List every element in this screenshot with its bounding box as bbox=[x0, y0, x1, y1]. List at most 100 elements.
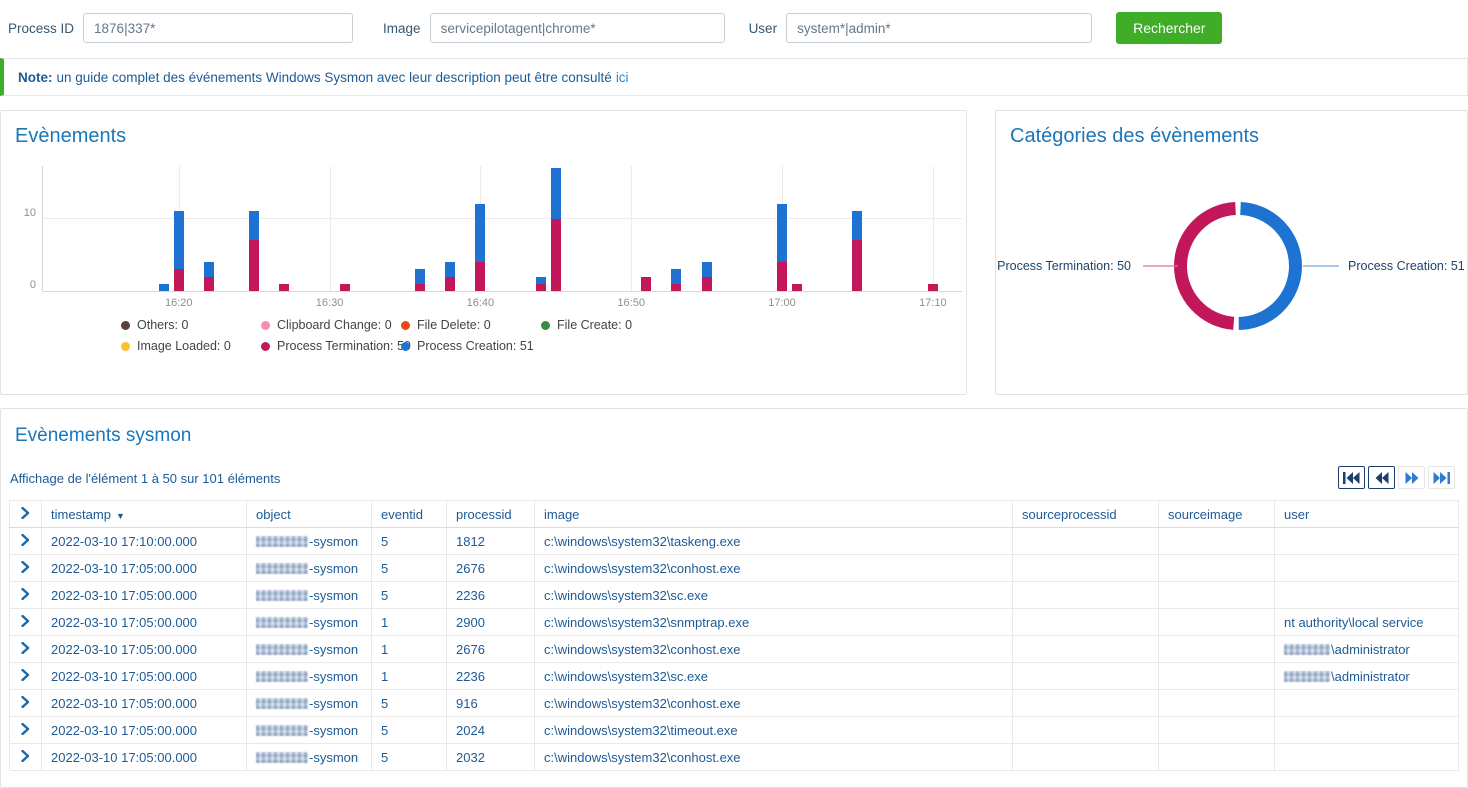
stacked-bar bbox=[415, 269, 425, 291]
cell-eventid: 5 bbox=[372, 717, 447, 744]
pagination-next-button[interactable] bbox=[1398, 466, 1425, 489]
column-header-eventid[interactable]: eventid bbox=[372, 501, 447, 528]
chevron-right-icon bbox=[21, 588, 30, 603]
cell-sourceprocessid bbox=[1013, 636, 1159, 663]
note-link[interactable]: ici bbox=[616, 70, 629, 85]
column-header-sourceimage[interactable]: sourceimage bbox=[1159, 501, 1275, 528]
first-page-icon bbox=[1343, 472, 1360, 484]
cell-image: c:\windows\system32\sc.exe bbox=[535, 663, 1013, 690]
user-text: \administrator bbox=[1331, 642, 1410, 657]
cell-sourceprocessid bbox=[1013, 555, 1159, 582]
bar-segment-process-termination bbox=[279, 284, 289, 291]
events-bar-chart: 16:2016:3016:4016:5017:0017:10010 bbox=[42, 166, 962, 292]
stacked-bar bbox=[249, 211, 259, 291]
table-row: 2022-03-10 17:05:00.000-sysmon52236c:\wi… bbox=[10, 582, 1459, 609]
bar-segment-process-termination bbox=[536, 284, 546, 291]
bar-segment-process-creation bbox=[249, 211, 259, 240]
legend-label: File Create: 0 bbox=[557, 318, 632, 332]
column-header-image[interactable]: image bbox=[535, 501, 1013, 528]
cell-processid: 2676 bbox=[447, 555, 535, 582]
cell-image: c:\windows\system32\conhost.exe bbox=[535, 555, 1013, 582]
object-suffix: -sysmon bbox=[309, 561, 358, 576]
row-expand-button[interactable] bbox=[10, 609, 42, 636]
cell-image: c:\windows\system32\conhost.exe bbox=[535, 636, 1013, 663]
events-panel: Evènements 16:2016:3016:4016:5017:0017:1… bbox=[0, 110, 967, 395]
legend-dot bbox=[121, 342, 130, 351]
row-expand-button[interactable] bbox=[10, 744, 42, 771]
chevron-right-icon bbox=[21, 507, 30, 522]
expand-all-header[interactable] bbox=[10, 501, 42, 528]
legend-label: Image Loaded: 0 bbox=[137, 339, 231, 353]
redacted-text bbox=[256, 752, 308, 763]
cell-sourceimage bbox=[1159, 717, 1275, 744]
sysmon-panel-title: Evènements sysmon bbox=[15, 425, 1467, 447]
process-id-input[interactable] bbox=[83, 13, 353, 43]
row-expand-button[interactable] bbox=[10, 663, 42, 690]
cell-sourceprocessid bbox=[1013, 582, 1159, 609]
pagination-last-button[interactable] bbox=[1428, 466, 1455, 489]
bar-segment-process-termination bbox=[415, 284, 425, 291]
cell-sourceimage bbox=[1159, 744, 1275, 771]
table-row: 2022-03-10 17:05:00.000-sysmon52032c:\wi… bbox=[10, 744, 1459, 771]
object-suffix: -sysmon bbox=[309, 534, 358, 549]
pagination-first-button[interactable] bbox=[1338, 466, 1365, 489]
legend-label: Process Creation: 51 bbox=[417, 339, 534, 353]
bar-segment-process-termination bbox=[174, 269, 184, 291]
cell-eventid: 5 bbox=[372, 528, 447, 555]
column-header-object[interactable]: object bbox=[247, 501, 372, 528]
last-page-icon bbox=[1433, 472, 1450, 484]
table-info-text: Affichage de l'élément 1 à 50 sur 101 él… bbox=[10, 471, 1467, 486]
legend-item: File Delete: 0 bbox=[401, 318, 541, 332]
object-suffix: -sysmon bbox=[309, 669, 358, 684]
pagination-previous-button[interactable] bbox=[1368, 466, 1395, 489]
legend-item: Process Creation: 51 bbox=[401, 339, 541, 353]
cell-object: -sysmon bbox=[247, 555, 372, 582]
column-header-sourceprocessid[interactable]: sourceprocessid bbox=[1013, 501, 1159, 528]
row-expand-button[interactable] bbox=[10, 528, 42, 555]
cell-timestamp: 2022-03-10 17:05:00.000 bbox=[42, 690, 247, 717]
cell-timestamp: 2022-03-10 17:05:00.000 bbox=[42, 609, 247, 636]
chevron-right-icon bbox=[21, 615, 30, 630]
bar-segment-process-termination bbox=[204, 277, 214, 291]
row-expand-button[interactable] bbox=[10, 582, 42, 609]
donut-slice-label: Process Termination: 50 bbox=[997, 259, 1131, 273]
cell-object: -sysmon bbox=[247, 690, 372, 717]
sort-desc-icon: ▼ bbox=[116, 511, 125, 521]
search-button[interactable]: Rechercher bbox=[1116, 12, 1222, 44]
user-text: \administrator bbox=[1331, 669, 1410, 684]
image-input[interactable] bbox=[430, 13, 725, 43]
redacted-text bbox=[256, 698, 308, 709]
column-header-user[interactable]: user bbox=[1275, 501, 1459, 528]
cell-sourceimage bbox=[1159, 555, 1275, 582]
search-bar: Process ID Image User Rechercher bbox=[0, 0, 1468, 56]
donut-slice-label: Process Creation: 51 bbox=[1348, 259, 1465, 273]
bar-segment-process-termination bbox=[475, 262, 485, 291]
categories-donut-chart: Process Creation: 51 Process Termination:… bbox=[996, 154, 1467, 384]
cell-user bbox=[1275, 717, 1459, 744]
table-row: 2022-03-10 17:05:00.000-sysmon12236c:\wi… bbox=[10, 663, 1459, 690]
cell-object: -sysmon bbox=[247, 744, 372, 771]
bar-segment-process-termination bbox=[928, 284, 938, 291]
column-header-processid[interactable]: processid bbox=[447, 501, 535, 528]
chevron-right-icon bbox=[21, 750, 30, 765]
row-expand-button[interactable] bbox=[10, 636, 42, 663]
x-tick-label: 16:50 bbox=[617, 297, 645, 309]
cell-image: c:\windows\system32\sc.exe bbox=[535, 582, 1013, 609]
cell-eventid: 1 bbox=[372, 663, 447, 690]
bar-segment-process-creation bbox=[551, 168, 561, 219]
row-expand-button[interactable] bbox=[10, 555, 42, 582]
table-row: 2022-03-10 17:05:00.000-sysmon52024c:\wi… bbox=[10, 717, 1459, 744]
stacked-bar bbox=[671, 269, 681, 291]
stacked-bar bbox=[536, 277, 546, 291]
user-input[interactable] bbox=[786, 13, 1092, 43]
row-expand-button[interactable] bbox=[10, 690, 42, 717]
row-expand-button[interactable] bbox=[10, 717, 42, 744]
column-label: image bbox=[544, 507, 579, 522]
x-tick-label: 17:00 bbox=[768, 297, 796, 309]
column-header-timestamp[interactable]: timestamp▼ bbox=[42, 501, 247, 528]
cell-processid: 1812 bbox=[447, 528, 535, 555]
legend-item: File Create: 0 bbox=[541, 318, 681, 332]
cell-user bbox=[1275, 582, 1459, 609]
legend-item: Others: 0 bbox=[121, 318, 261, 332]
legend-dot bbox=[541, 321, 550, 330]
